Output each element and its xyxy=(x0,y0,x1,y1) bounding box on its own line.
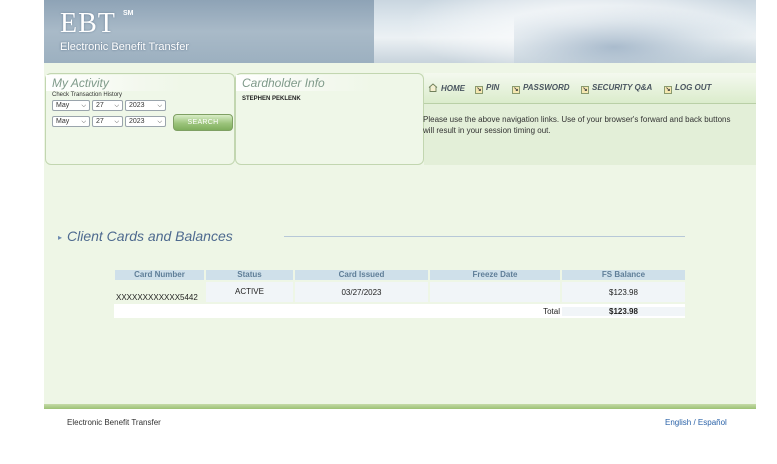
card-number-link[interactable]: XXXXXXXXXXXX5442 xyxy=(114,293,206,302)
col-fs-balance: FS Balance xyxy=(562,270,685,280)
footer-bar xyxy=(44,404,756,409)
check-history-label: Check Transaction History xyxy=(52,92,123,98)
nav-pin[interactable]: ↘ PIN xyxy=(475,83,499,94)
chevron-down-icon: ⌵ xyxy=(114,103,119,109)
col-freeze-date: Freeze Date xyxy=(430,270,560,280)
to-year-value: 2023 xyxy=(129,118,145,125)
nav-password[interactable]: ↘ PASSWORD xyxy=(512,83,570,94)
navigation-note: Please use the above navigation links. U… xyxy=(423,115,731,135)
header-banner xyxy=(44,0,756,63)
nav-logout-label: LOG OUT xyxy=(675,83,712,92)
to-day-value: 27 xyxy=(96,118,104,125)
arrow-icon: ↘ xyxy=(581,86,589,94)
home-icon xyxy=(428,83,438,92)
chevron-down-icon: ⌵ xyxy=(157,103,162,109)
nav-security-label: SECURITY Q&A xyxy=(592,83,653,92)
logo-subtitle: Electronic Benefit Transfer xyxy=(60,41,190,53)
to-month-value: May xyxy=(56,118,70,125)
section-arrow-icon: ▸ xyxy=(58,233,63,242)
to-year-select[interactable]: 2023 ⌵ xyxy=(125,116,166,127)
chevron-down-icon: ⌵ xyxy=(81,119,86,125)
top-navigation: HOME ↘ PIN ↘ PASSWORD ↘ SECURITY Q&A ↘ LOG O… xyxy=(424,73,756,104)
fs-balance: $123.98 xyxy=(609,288,638,297)
total-value: $123.98 xyxy=(562,307,685,316)
nav-password-label: PASSWORD xyxy=(523,83,570,92)
from-month-value: May xyxy=(56,102,70,109)
chevron-down-icon: ⌵ xyxy=(81,103,86,109)
nav-security-qa[interactable]: ↘ SECURITY Q&A xyxy=(581,83,652,94)
freeze-cell-bg xyxy=(430,282,560,302)
cards-section-title: Client Cards and Balances xyxy=(67,228,233,244)
cardholder-title: Cardholder Info xyxy=(236,75,372,91)
footer-text: Electronic Benefit Transfer xyxy=(67,418,161,427)
my-activity-title: My Activity xyxy=(46,75,182,91)
col-card-issued: Card Issued xyxy=(295,270,428,280)
arrow-icon: ↘ xyxy=(512,86,520,94)
card-issued: 03/27/2023 xyxy=(341,288,382,297)
nav-logout[interactable]: ↘ LOG OUT xyxy=(664,83,711,94)
chevron-down-icon: ⌵ xyxy=(114,119,119,125)
language-links: English / Español xyxy=(665,418,727,427)
to-month-select[interactable]: May ⌵ xyxy=(52,116,90,127)
english-link[interactable]: English xyxy=(665,418,691,427)
service-mark: SM xyxy=(123,10,134,17)
to-day-select[interactable]: 27 ⌵ xyxy=(92,116,123,127)
from-year-select[interactable]: 2023 ⌵ xyxy=(125,100,166,111)
col-card-number: Card Number xyxy=(115,270,204,280)
ebt-logo: EBT xyxy=(60,8,116,39)
cardholder-name: STEPHEN PEKLENK xyxy=(242,96,301,102)
nav-home[interactable]: HOME xyxy=(428,83,465,93)
chevron-down-icon: ⌵ xyxy=(157,119,162,125)
section-divider xyxy=(284,236,685,237)
spanish-link[interactable]: Español xyxy=(698,418,727,427)
from-day-value: 27 xyxy=(96,102,104,109)
language-separator: / xyxy=(691,418,698,427)
col-status: Status xyxy=(206,270,293,280)
total-row: Total $123.98 xyxy=(114,304,685,318)
card-status: ACTIVE xyxy=(235,287,264,296)
arrow-icon: ↘ xyxy=(664,86,672,94)
nav-pin-label: PIN xyxy=(486,83,500,92)
search-button[interactable]: SEARCH xyxy=(173,114,233,131)
banner-cloud-shadow xyxy=(514,5,756,63)
nav-home-label: HOME xyxy=(441,84,465,93)
from-year-value: 2023 xyxy=(129,102,145,109)
total-label: Total xyxy=(543,307,560,316)
from-day-select[interactable]: 27 ⌵ xyxy=(92,100,123,111)
from-month-select[interactable]: May ⌵ xyxy=(52,100,90,111)
arrow-icon: ↘ xyxy=(475,86,483,94)
